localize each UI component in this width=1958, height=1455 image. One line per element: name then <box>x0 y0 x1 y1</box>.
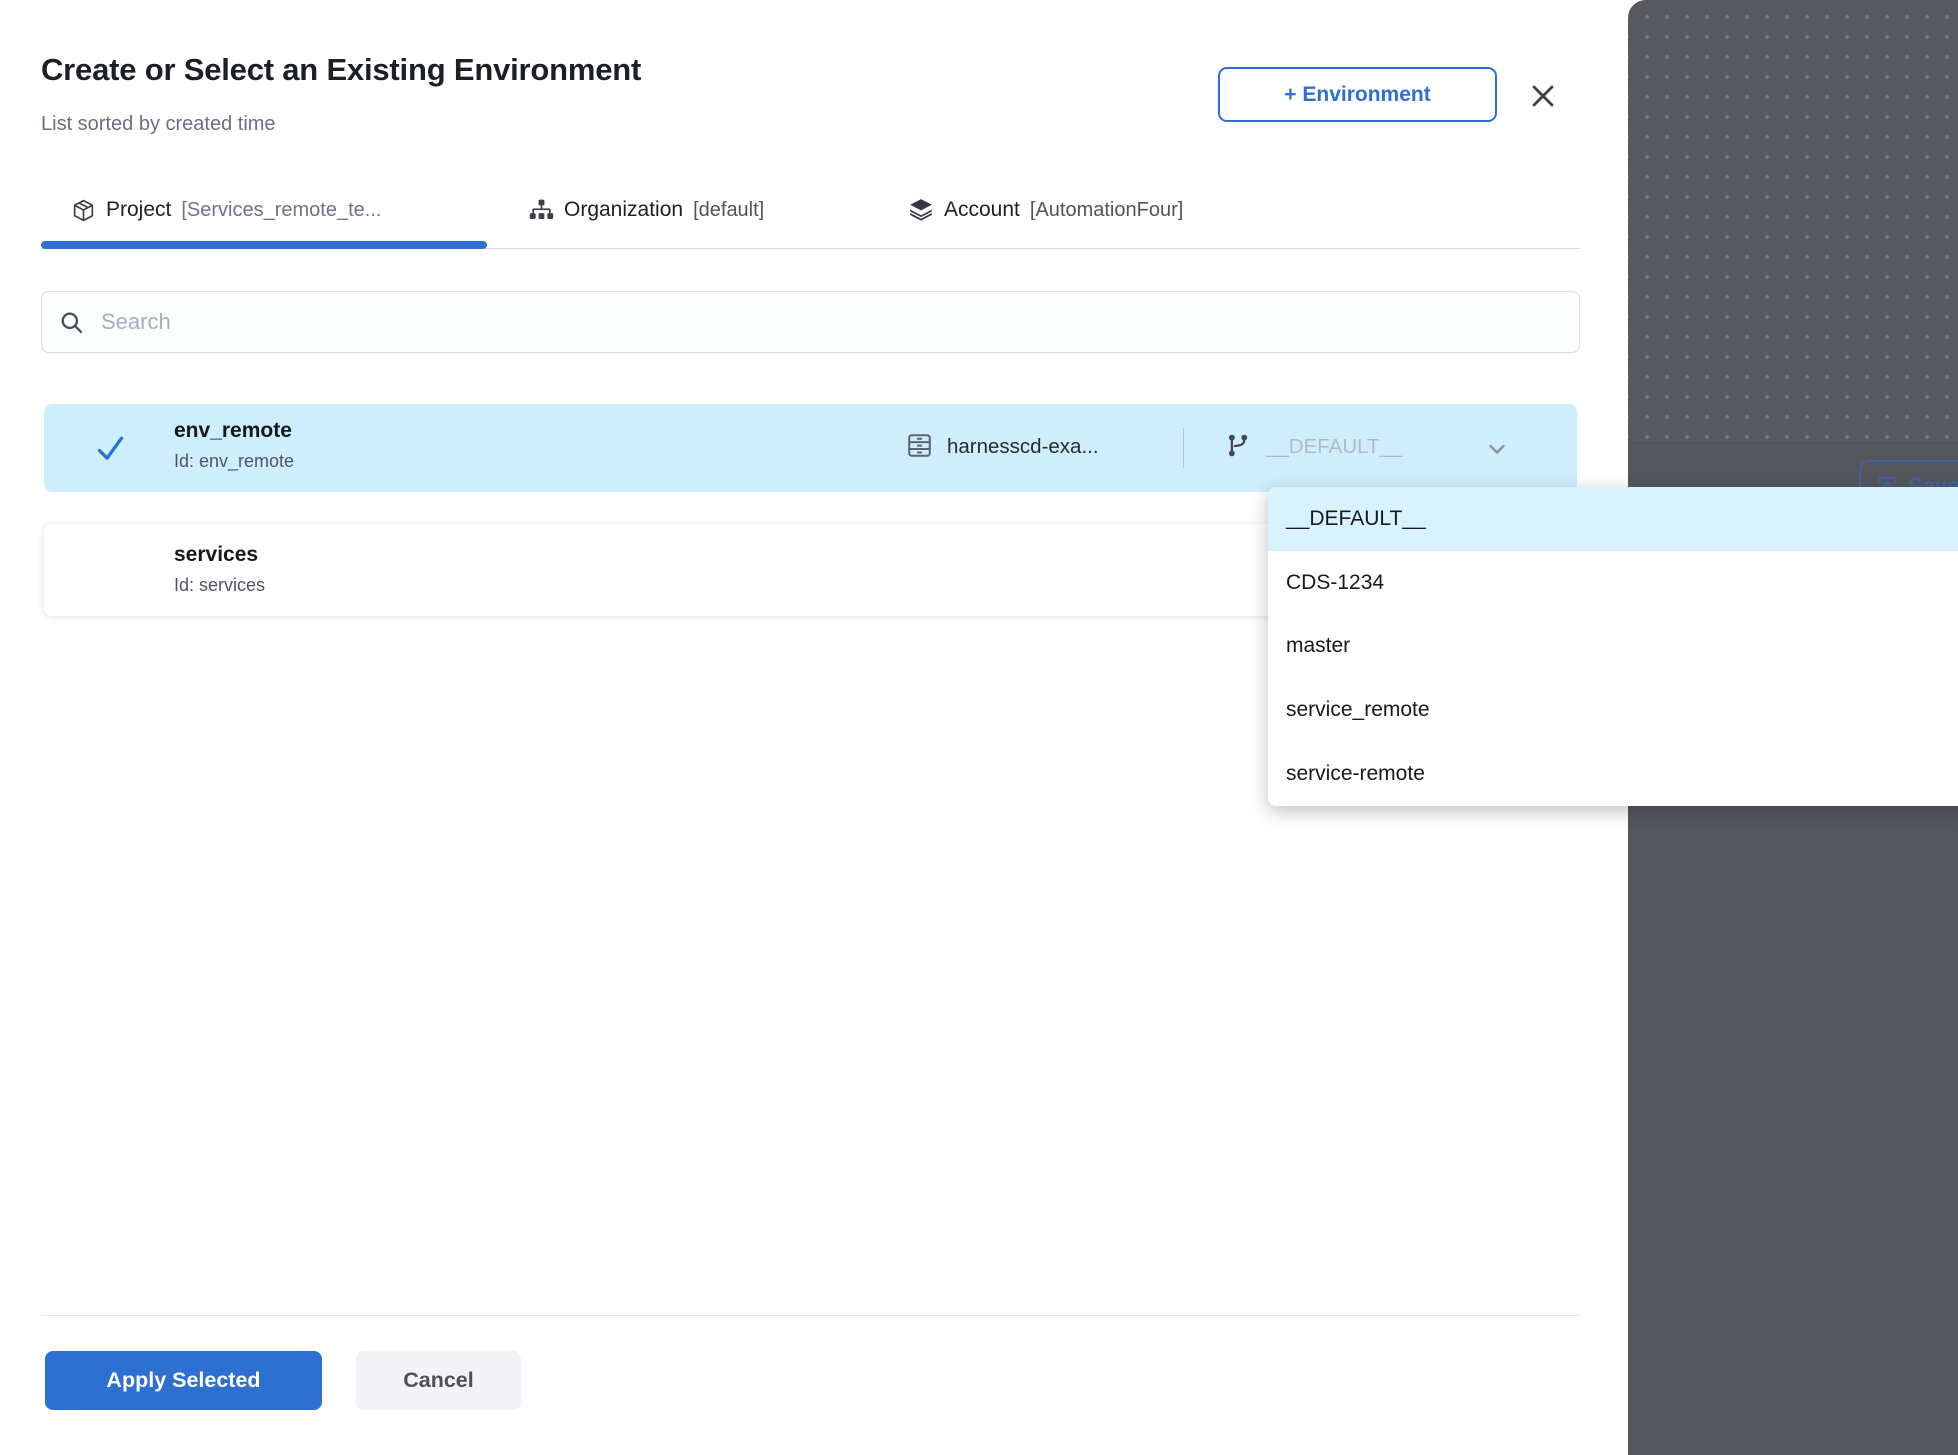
environment-text-block: env_remote Id: env_remote <box>174 419 294 472</box>
layers-icon <box>908 197 934 223</box>
search-icon <box>58 309 85 336</box>
tab-organization-label: Organization <box>564 198 683 222</box>
footer-divider <box>41 1315 1580 1316</box>
search-box <box>41 291 1580 353</box>
page-title: Create or Select an Existing Environment <box>41 52 641 88</box>
org-chart-icon <box>529 198 554 223</box>
new-environment-button[interactable]: + Environment <box>1218 67 1497 122</box>
cube-icon <box>71 198 96 223</box>
dropdown-option-default[interactable]: __DEFAULT__ <box>1268 487 1958 551</box>
chevron-down-icon[interactable] <box>1485 437 1509 461</box>
repository-icon <box>905 431 934 460</box>
apply-selected-button[interactable]: Apply Selected <box>45 1351 322 1410</box>
environment-text-block: services Id: services <box>174 543 265 596</box>
tab-account-label: Account <box>944 198 1020 222</box>
tab-account[interactable]: Account [AutomationFour] <box>908 188 1183 232</box>
branch-dropdown-menu: __DEFAULT__ CDS-1234 master service_remo… <box>1268 487 1958 806</box>
divider <box>1183 428 1184 468</box>
dropdown-option-service-dash-remote[interactable]: service-remote <box>1268 742 1958 806</box>
tab-project[interactable]: Project [Services_remote_te... <box>71 188 381 232</box>
tab-account-scope: [AutomationFour] <box>1030 199 1183 222</box>
environment-name: env_remote <box>174 419 294 443</box>
cancel-button[interactable]: Cancel <box>356 1351 521 1410</box>
tab-project-scope: [Services_remote_te... <box>181 199 381 222</box>
tab-organization-scope: [default] <box>693 199 764 222</box>
tab-project-label: Project <box>106 198 171 222</box>
canvas-dot-grid <box>1628 0 1958 443</box>
search-input[interactable] <box>99 308 1563 336</box>
repository-name: harnesscd-exa... <box>947 435 1099 459</box>
git-branch-icon <box>1224 432 1251 459</box>
dropdown-option-service-underscore-remote[interactable]: service_remote <box>1268 678 1958 742</box>
close-icon[interactable] <box>1527 80 1559 112</box>
dropdown-option-master[interactable]: master <box>1268 615 1958 679</box>
check-icon <box>94 432 127 465</box>
sort-hint-text: List sorted by created time <box>41 113 276 136</box>
environment-id: Id: env_remote <box>174 451 294 472</box>
environment-id: Id: services <box>174 575 265 596</box>
tab-organization[interactable]: Organization [default] <box>529 188 764 232</box>
branch-select-value[interactable]: __DEFAULT__ <box>1266 435 1402 459</box>
dropdown-option-cds-1234[interactable]: CDS-1234 <box>1268 551 1958 615</box>
active-tab-underline <box>41 241 487 249</box>
environment-name: services <box>174 543 265 567</box>
environment-row-env-remote[interactable]: env_remote Id: env_remote harnesscd-exa.… <box>44 404 1577 492</box>
